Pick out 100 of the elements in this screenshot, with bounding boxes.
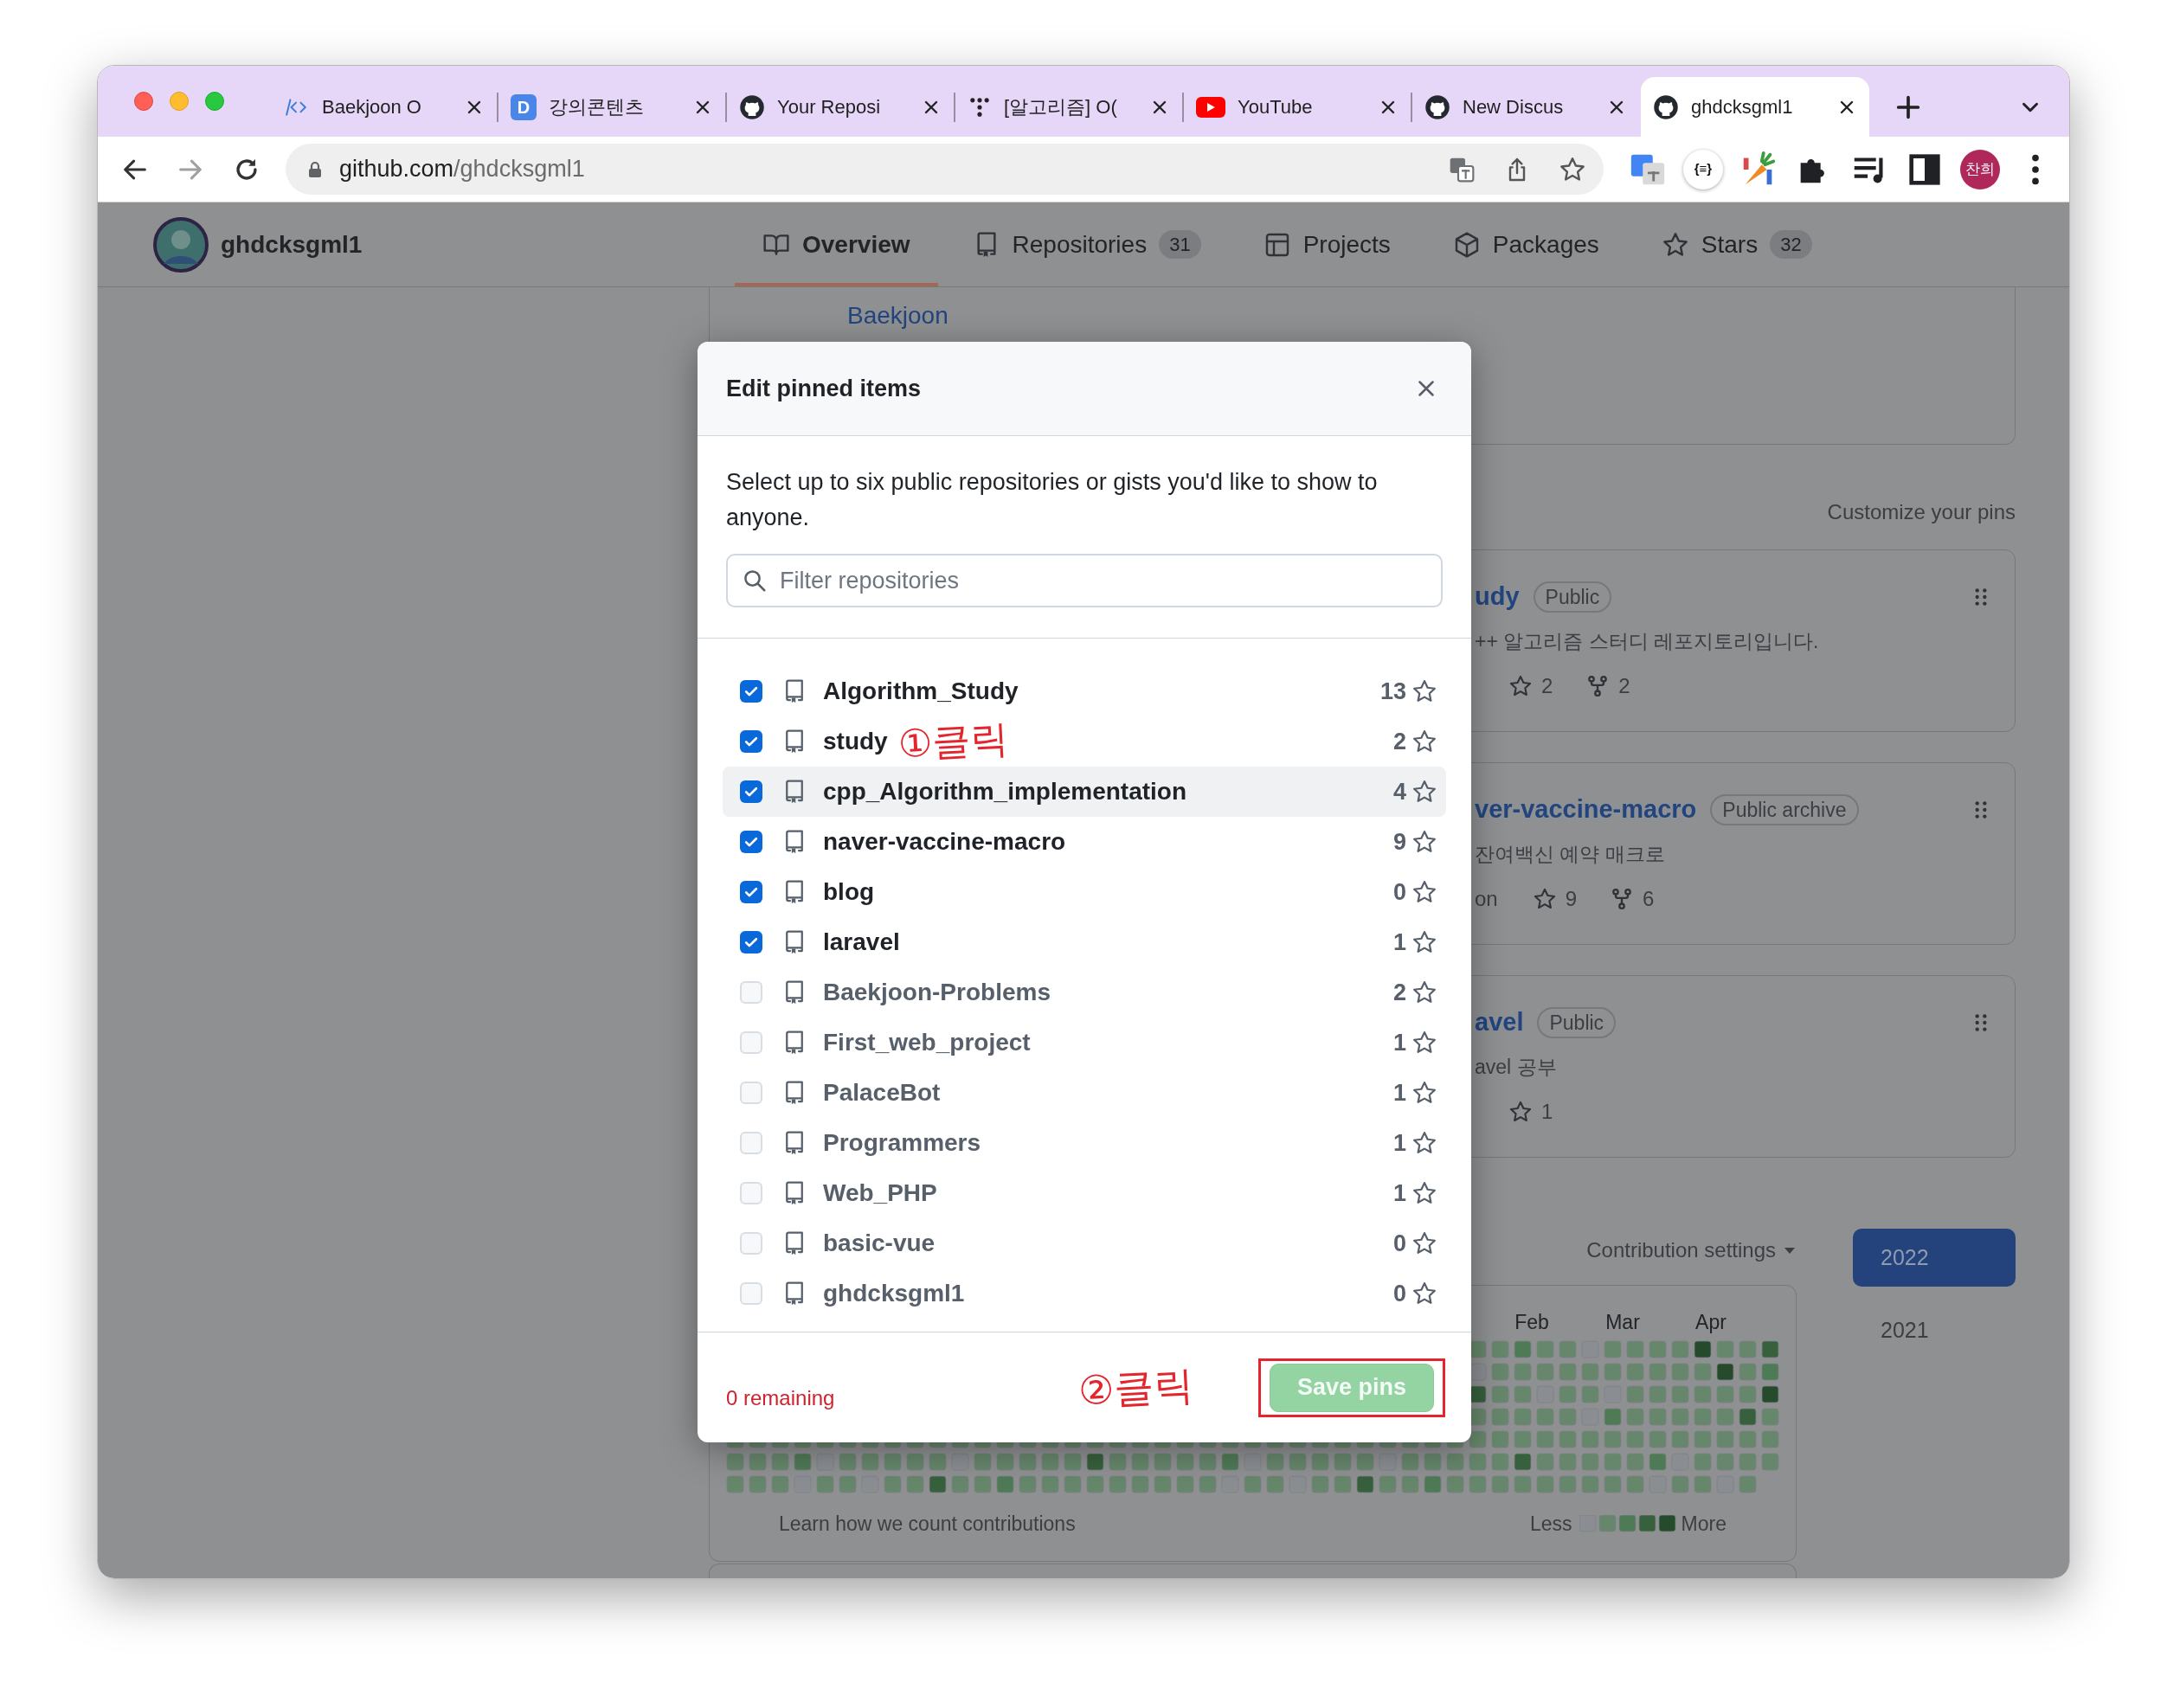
nav-tab[interactable]: Projects [1235,202,1418,286]
checkbox[interactable] [740,1132,762,1154]
count-badge: 31 [1159,230,1201,259]
tab-title: Baekjoon O [322,95,422,119]
repo-description: avel 공부 [1475,1055,1558,1080]
repo-name: cpp_Algorithm_implementation [823,777,1187,806]
year-button[interactable]: 2022 [1853,1229,2016,1287]
repo-name: Algorithm_Study [823,677,1019,706]
browser-tab[interactable]: Your Reposi [727,77,954,137]
repository-row[interactable]: study ①클릭 2 [723,716,1446,767]
month-label: Apr [1695,1311,1727,1333]
repository-row[interactable]: Algorithm_Study 13 [723,666,1446,716]
star-icon [1411,829,1437,855]
tab-title: [알고리즘] O( [1004,95,1118,119]
star-count: 0 [1392,1279,1406,1308]
checkbox[interactable] [740,680,762,703]
star-icon [1661,230,1689,259]
repository-row[interactable]: laravel 1 [723,917,1446,967]
close-window-button[interactable] [134,92,153,111]
checkbox[interactable] [740,1282,762,1305]
repo-name: First_web_project [823,1028,1031,1057]
checkbox[interactable] [740,831,762,853]
nav-tab[interactable]: Stars 32 [1633,202,1840,286]
nav-tab[interactable]: Packages [1424,202,1627,286]
contribution-settings-dropdown[interactable]: Contribution settings [1586,1235,1797,1266]
browser-tab[interactable]: YouTube [1184,77,1411,137]
repository-row[interactable]: Baekjoon-Problems 2 [723,967,1446,1018]
fork-count: 6 [1643,885,1655,912]
repo-name: basic-vue [823,1229,936,1258]
star-count: 1 [1392,1028,1406,1057]
repository-row[interactable]: naver-vaccine-macro 9 [723,817,1446,867]
year-button[interactable]: 2021 [1853,1316,2016,1345]
profile-avatar-button[interactable]: 찬희 [1960,149,2000,189]
star-icon [1411,979,1437,1005]
annotation-text: ②클릭 [1077,1364,1195,1410]
checkbox[interactable] [740,881,762,903]
repository-row[interactable]: PalaceBot 1 [723,1068,1446,1118]
month-label: Feb [1514,1311,1549,1333]
legend-label: More [1681,1512,1727,1537]
dialog-description: Select up to six public repositories or gists you'd like to show to anyone. [726,468,1379,532]
browser-tab[interactable]: ghdcksgml1 [1641,77,1869,137]
checkbox[interactable] [740,730,762,753]
star-count: 2 [1541,672,1553,699]
repo-name: ghdcksgml1 [823,1279,965,1308]
star-count: 13 [1379,677,1406,706]
url-text: github.com/ghdcksgml1 [339,155,585,184]
repo-name: blog [823,877,875,907]
tab-title: New Discus [1463,95,1565,119]
star-icon [1411,929,1437,955]
tab-title: 강의콘텐츠 [549,95,645,119]
address-bar[interactable]: github.com/ghdcksgml1 [286,144,1604,195]
repository-row[interactable]: First_web_project 1 [723,1018,1446,1068]
star-count: 2 [1392,727,1406,756]
checkbox[interactable] [740,1082,762,1104]
repository-row[interactable]: blog 0 [723,867,1446,917]
checkbox[interactable] [740,1232,762,1255]
star-count: 2 [1392,978,1406,1007]
browser-tab[interactable]: Baekjoon O [270,77,497,137]
browser-tab[interactable]: [알고리즘] O( [955,77,1182,137]
browser-tab[interactable]: D 강의콘텐츠 [498,77,725,137]
bookmark-star-icon[interactable] [1559,155,1586,183]
video-play-icon [1196,96,1225,118]
star-icon [1411,1180,1437,1206]
extension-button[interactable]: {≡} [1683,149,1723,189]
tab-title: ghdcksgml1 [1691,95,1794,119]
checkbox[interactable] [740,981,762,1004]
username: ghdcksgml1 [221,229,363,260]
star-count: 9 [1565,885,1578,912]
tab-title: Your Reposi [777,95,882,119]
repository-row[interactable]: cpp_Algorithm_implementation 4 [723,767,1446,817]
visibility-label: Public [1533,581,1612,613]
repository-row[interactable]: basic-vue 0 [723,1218,1446,1268]
nav-tab[interactable]: Overview [735,202,938,286]
star-count: 0 [1392,877,1406,907]
star-icon [1411,1030,1437,1056]
repository-row[interactable]: ghdcksgml1 0 [723,1268,1446,1319]
repository-row[interactable]: Programmers 1 [723,1118,1446,1168]
search-icon [742,568,768,594]
dialog-title: Edit pinned items [726,374,922,403]
legend-scale-icon [1579,1515,1678,1533]
repository-row[interactable]: Web_PHP 1 [723,1168,1446,1218]
cat-logo-icon [1653,93,1679,120]
learn-contributions-link[interactable]: Learn how we count contributions [779,1509,1076,1539]
star-icon [1508,1099,1533,1124]
repo-name: Programmers [823,1128,981,1158]
star-icon [1411,1130,1437,1156]
nav-tab[interactable]: Repositories 31 [944,202,1229,286]
browser-tab[interactable]: New Discus [1412,77,1639,137]
tab-title: YouTube [1238,95,1314,119]
star-icon [1532,886,1557,911]
checkbox[interactable] [740,1182,762,1204]
star-count: 1 [1392,1128,1406,1158]
checkbox[interactable] [740,1031,762,1054]
checkbox[interactable] [740,931,762,954]
star-count: 1 [1392,1078,1406,1108]
annotation-text: ①클릭 [897,719,1010,764]
star-icon [1411,1281,1437,1307]
checkbox[interactable] [740,780,762,803]
filter-field[interactable]: Filter repositories [726,554,1443,607]
customize-pins-link[interactable]: Customize your pins [1827,497,2016,528]
